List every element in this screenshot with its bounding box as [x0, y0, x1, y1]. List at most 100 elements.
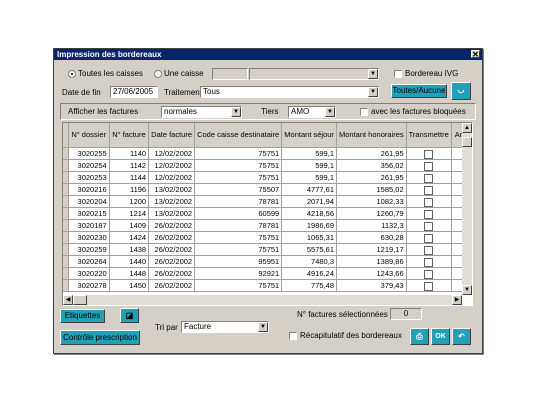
radio-une-caisse[interactable] [154, 70, 162, 78]
table-cell: 1243,66 [336, 267, 407, 280]
transmettre-checkbox[interactable] [424, 245, 434, 255]
table-cell: 92921 [194, 267, 283, 280]
transmettre-cell [406, 231, 452, 244]
table-cell: 4218,56 [281, 207, 337, 220]
tiers-select[interactable]: AMO ▼ [288, 106, 336, 118]
tri-select[interactable]: Facture ▼ [181, 321, 269, 333]
eraser-icon[interactable]: ◪ [120, 308, 139, 323]
table-cell: 356,02 [336, 159, 407, 172]
transmettre-cell [406, 255, 452, 268]
title-bar: Impression des bordereaux ✕ [54, 49, 482, 60]
transmettre-cell [406, 147, 452, 160]
chevron-down-icon[interactable]: ▼ [368, 69, 378, 79]
table-cell: 1082,33 [336, 195, 407, 208]
table-row[interactable]: 3020230 1424 26/02/2002 75751 1065,31 630,28 [63, 231, 472, 244]
transmettre-checkbox[interactable] [424, 281, 434, 291]
column-header[interactable]: Montant séjour [281, 123, 337, 148]
table-cell: 26/02/2002 [148, 231, 196, 244]
transmettre-checkbox[interactable] [424, 257, 434, 267]
select-all-icon[interactable]: ◡ [451, 82, 471, 100]
print-icon[interactable]: ⎙ [410, 328, 429, 345]
recap-label: Récapitulatif des bordereaux [300, 331, 402, 340]
vertical-scrollbar[interactable]: ▲ ▼ [462, 123, 472, 295]
radio-toutes-caisses[interactable] [68, 70, 76, 78]
table-row[interactable]: 3020215 1214 13/02/2002 60599 4218,56 1260,79 [63, 207, 472, 220]
scroll-down-icon[interactable]: ▼ [462, 285, 472, 295]
transmettre-checkbox[interactable] [424, 269, 434, 279]
table-row[interactable]: 3020253 1144 12/02/2002 75751 599,1 261,95 [63, 171, 472, 184]
table-row[interactable]: 3020220 1448 26/02/2002 92921 4916,24 1243,66 [63, 267, 472, 280]
undo-icon[interactable]: ↶ [452, 328, 471, 345]
date-fin-input[interactable]: 27/06/2005 [110, 86, 158, 98]
chevron-down-icon[interactable]: ▼ [368, 87, 378, 97]
table-cell: 78781 [194, 195, 283, 208]
factures-grid[interactable]: N° dossier N° facture Date facture Code cai… [62, 122, 473, 306]
hscroll-thumb[interactable] [73, 295, 87, 305]
recap-checkbox[interactable] [289, 332, 297, 340]
table-cell: 3020204 [68, 195, 110, 208]
table-cell: 1065,31 [281, 231, 337, 244]
table-cell: 3020254 [68, 159, 110, 172]
column-header[interactable]: Transmettre [406, 123, 452, 148]
scroll-right-icon[interactable]: ▶ [452, 295, 462, 305]
transmettre-checkbox[interactable] [424, 173, 434, 183]
chevron-down-icon[interactable]: ▼ [258, 322, 268, 332]
horizontal-scrollbar[interactable]: ◀ ▶ [63, 295, 462, 305]
table-cell: 261,95 [336, 171, 407, 184]
table-cell: 1438 [109, 243, 150, 256]
transmettre-cell [406, 195, 452, 208]
table-cell: 3020230 [68, 231, 110, 244]
column-header[interactable]: Code caisse destinataire [194, 123, 283, 148]
table-cell: 630,28 [336, 231, 407, 244]
afficher-select[interactable]: normales ▼ [161, 106, 242, 118]
table-cell: 4777,61 [281, 183, 337, 196]
column-header[interactable]: N° dossier [68, 123, 110, 148]
chevron-down-icon[interactable]: ▼ [231, 107, 241, 117]
transmettre-checkbox[interactable] [424, 197, 434, 207]
bordereau-ivg-checkbox[interactable] [394, 70, 402, 78]
etiquettes-button[interactable]: Etiquettes [60, 309, 105, 323]
toutes-aucune-button[interactable]: Toutes/Aucune [391, 84, 447, 98]
transmettre-cell [406, 159, 452, 172]
transmettre-checkbox[interactable] [424, 185, 434, 195]
transmettre-checkbox[interactable] [424, 149, 434, 159]
table-row[interactable]: 3020255 1140 12/02/2002 75751 599,1 261,95 [63, 147, 472, 160]
table-cell: 3020216 [68, 183, 110, 196]
table-row[interactable]: 3020278 1450 26/02/2002 75751 775,48 379,43 [63, 279, 472, 292]
table-cell: 75751 [194, 231, 283, 244]
scroll-up-icon[interactable]: ▲ [462, 123, 472, 133]
transmettre-checkbox[interactable] [424, 209, 434, 219]
bloquees-checkbox[interactable] [360, 108, 368, 116]
transmettre-checkbox[interactable] [424, 233, 434, 243]
table-cell: 1142 [109, 159, 150, 172]
table-cell: 3020253 [68, 171, 110, 184]
table-row[interactable]: 3020216 1196 13/02/2002 75507 4777,61 1585,02 [63, 183, 472, 196]
transmettre-checkbox[interactable] [424, 161, 434, 171]
column-header[interactable]: N° facture [109, 123, 150, 148]
table-row[interactable]: 3020187 1409 26/02/2002 78781 1986,69 1132,3 [63, 219, 472, 232]
caisse-select[interactable]: ▼ [249, 68, 379, 80]
column-header[interactable]: Date facture [148, 123, 196, 148]
table-cell: 75751 [194, 243, 283, 256]
table-row[interactable]: 3020264 1440 26/02/2002 95951 7480,3 1389,86 [63, 255, 472, 268]
table-cell: 12/02/2002 [148, 159, 196, 172]
transmettre-checkbox[interactable] [424, 221, 434, 231]
scroll-left-icon[interactable]: ◀ [63, 295, 73, 305]
table-cell: 261,95 [336, 147, 407, 160]
afficher-label: Afficher les factures [68, 107, 139, 116]
scroll-thumb[interactable] [462, 137, 472, 147]
caisse-code-field[interactable] [212, 68, 248, 80]
table-row[interactable]: 3020259 1438 26/02/2002 75751 5575,61 1219,17 [63, 243, 472, 256]
dialog-window: Impression des bordereaux ✕ Toutes les c… [53, 48, 483, 354]
bloquees-label: avec les factures bloquées [371, 107, 466, 116]
chevron-down-icon[interactable]: ▼ [325, 107, 335, 117]
tri-value: Facture [184, 322, 212, 331]
close-button[interactable]: ✕ [471, 50, 480, 59]
controle-prescription-button[interactable]: Contrôle prescription [60, 330, 140, 345]
traitement-select[interactable]: Tous ▼ [200, 86, 379, 98]
column-header[interactable]: Montant honoraires [336, 123, 407, 148]
table-row[interactable]: 3020204 1200 13/02/2002 78781 2071,94 1082,33 [63, 195, 472, 208]
ok-button[interactable]: OK [431, 328, 450, 345]
table-row[interactable]: 3020254 1142 12/02/2002 75751 599,1 356,02 [63, 159, 472, 172]
table-cell: 1448 [109, 267, 150, 280]
